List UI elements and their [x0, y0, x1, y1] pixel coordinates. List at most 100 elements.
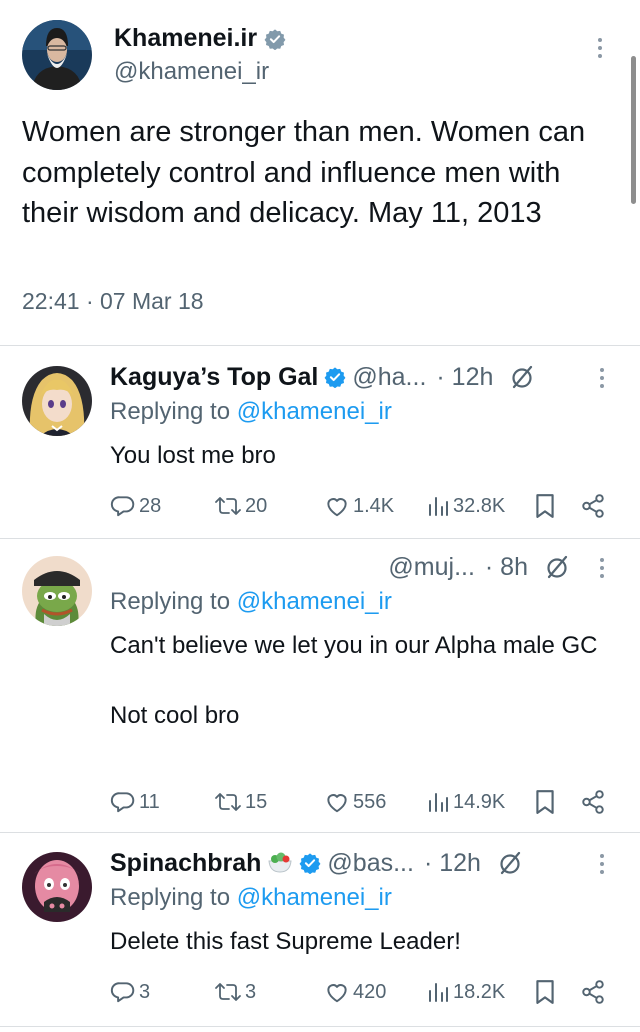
repost-icon — [215, 793, 241, 811]
like-icon — [327, 984, 347, 1003]
bookmark-button[interactable] — [534, 490, 556, 522]
reply-time[interactable]: · 12h — [424, 849, 481, 878]
main-tweet: Khamenei.ir @khamenei_ir Women are stron… — [0, 0, 640, 345]
display-name-text[interactable]: Khamenei.ir — [114, 24, 257, 53]
mention-link[interactable]: @khamenei_ir — [237, 884, 392, 911]
avatar[interactable] — [22, 852, 92, 922]
divider — [0, 832, 640, 833]
handle[interactable]: @muj... — [388, 553, 475, 582]
like-button[interactable]: 556 — [324, 786, 386, 818]
repost-count: 20 — [245, 494, 268, 517]
replying-to-label: Replying to — [110, 884, 237, 911]
reply-button[interactable]: 3 — [110, 976, 150, 1008]
reply-tweet[interactable]: @muj... · 8h Replying to @khamenei_ir Ca… — [0, 550, 640, 832]
mention-link[interactable]: @khamenei_ir — [237, 588, 392, 615]
share-icon — [582, 494, 604, 518]
reply-count: 11 — [139, 790, 160, 813]
repost-button[interactable]: 20 — [214, 490, 267, 522]
action-bar: 28 20 1.4K 32.8K — [110, 490, 630, 522]
share-icon — [582, 790, 604, 814]
repost-button[interactable]: 3 — [214, 976, 256, 1008]
handle[interactable]: @bas... — [327, 849, 414, 878]
display-name[interactable]: Spinachbrah — [110, 849, 261, 878]
tweet-text: Women are stronger than men. Women can c… — [22, 116, 586, 229]
reply-button[interactable]: 28 — [110, 490, 161, 522]
mention-link[interactable]: @khamenei_ir — [237, 398, 392, 425]
bookmark-button[interactable] — [534, 786, 556, 818]
views-icon — [429, 793, 448, 812]
bookmark-icon — [536, 790, 554, 814]
share-button[interactable] — [580, 976, 606, 1008]
handle[interactable]: @khamenei_ir — [114, 58, 269, 86]
like-count: 420 — [353, 980, 387, 1003]
reply-text: Delete this fast Supreme Leader! — [110, 928, 461, 955]
replying-to: Replying to @khamenei_ir — [110, 588, 392, 616]
views-icon — [429, 983, 448, 1002]
repost-count: 3 — [245, 980, 257, 1003]
reply-header: Spinachbrah @bas... · 12h — [110, 846, 570, 880]
avatar[interactable] — [22, 20, 92, 90]
verified-badge-icon — [324, 367, 346, 388]
like-button[interactable]: 420 — [324, 976, 386, 1008]
views-button[interactable]: 32.8K — [426, 490, 505, 522]
divider — [0, 538, 640, 539]
views-button[interactable]: 14.9K — [426, 786, 505, 818]
replying-to-label: Replying to — [110, 398, 237, 425]
replying-to: Replying to @khamenei_ir — [110, 398, 392, 426]
reply-header: @muj... · 8h — [110, 550, 570, 584]
reply-icon — [110, 982, 135, 1003]
replying-to: Replying to @khamenei_ir — [110, 884, 392, 912]
avatar[interactable] — [22, 366, 92, 436]
reply-count: 28 — [139, 494, 162, 517]
repost-icon — [215, 983, 241, 1001]
action-bar: 3 3 420 18.2K — [110, 976, 630, 1008]
view-count: 14.9K — [453, 790, 506, 813]
divider — [0, 345, 640, 346]
divider — [0, 1026, 640, 1027]
views-icon — [429, 497, 448, 516]
repost-count: 15 — [245, 790, 268, 813]
reply-icon — [110, 496, 135, 517]
share-button[interactable] — [580, 786, 606, 818]
more-icon[interactable] — [600, 558, 604, 578]
grok-icon[interactable] — [497, 850, 523, 876]
reply-tweet[interactable]: Spinachbrah @bas... · 12h Replying to @k… — [0, 846, 640, 1026]
like-icon — [327, 794, 347, 813]
more-icon[interactable] — [600, 368, 604, 388]
like-count: 1.4K — [353, 494, 395, 517]
handle[interactable]: @ha... — [352, 363, 426, 392]
like-button[interactable]: 1.4K — [324, 490, 394, 522]
grok-icon[interactable] — [509, 364, 535, 390]
display-name[interactable]: Kaguya’s Top Gal — [110, 363, 318, 392]
verified-badge-icon — [264, 28, 286, 50]
reply-header: Kaguya’s Top Gal @ha... · 12h — [110, 360, 570, 394]
share-icon — [582, 980, 604, 1004]
reply-count: 3 — [139, 980, 151, 1003]
bookmark-button[interactable] — [534, 976, 556, 1008]
verified-badge-icon — [299, 853, 321, 874]
repost-button[interactable]: 15 — [214, 786, 267, 818]
more-icon[interactable] — [600, 854, 604, 874]
view-count: 18.2K — [453, 980, 506, 1003]
bookmark-icon — [536, 494, 554, 518]
reply-icon — [110, 792, 135, 813]
replying-to-label: Replying to — [110, 588, 237, 615]
salad-emoji-icon — [268, 852, 292, 873]
views-button[interactable]: 18.2K — [426, 976, 505, 1008]
like-count: 556 — [353, 790, 387, 813]
reply-tweet[interactable]: Kaguya’s Top Gal @ha... · 12h Replying t… — [0, 360, 640, 538]
avatar[interactable] — [22, 556, 92, 626]
reply-time[interactable]: · 12h — [436, 363, 493, 392]
action-bar: 11 15 556 14.9K — [110, 786, 630, 818]
like-icon — [327, 498, 347, 517]
grok-icon[interactable] — [544, 554, 570, 580]
display-name[interactable]: Khamenei.ir — [114, 24, 286, 53]
reply-text: Can't believe we let you in our Alpha ma… — [110, 632, 598, 729]
more-icon[interactable] — [598, 38, 602, 58]
repost-icon — [215, 497, 241, 515]
tweet-timestamp[interactable]: 22:41 · 07 Mar 18 — [22, 288, 204, 315]
reply-button[interactable]: 11 — [110, 786, 160, 818]
reply-time[interactable]: · 8h — [485, 553, 528, 582]
share-button[interactable] — [580, 490, 606, 522]
bookmark-icon — [536, 980, 554, 1004]
